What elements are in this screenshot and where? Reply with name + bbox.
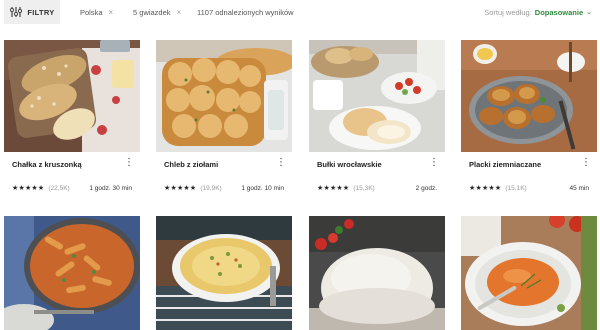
chevron-down-icon[interactable]: ⌄ [586,8,592,16]
recipe-photo[interactable] [156,216,292,330]
recipe-photo[interactable] [461,216,597,330]
recipe-photo[interactable] [309,40,445,152]
recipe-title[interactable]: Placki ziemniaczane [469,160,541,169]
filters-label: FILTRY [27,7,55,17]
rating-count: (22,5K) [48,184,70,192]
more-options-icon[interactable]: ⋮ [581,158,591,168]
rating-stars: ★★★★★ [12,185,45,192]
rating-stars: ★★★★★ [164,185,197,192]
remove-chip-icon[interactable]: × [109,8,114,17]
recipe-photo[interactable] [156,40,292,152]
filter-toolbar: FILTRY Polska × 5 gwiazdek × 1107 odnale… [0,0,600,24]
rating-count: (19,9K) [200,184,222,192]
sort-label: Sortuj według: [484,7,532,17]
sliders-icon [10,7,23,17]
more-options-icon[interactable]: ⋮ [124,158,134,168]
cook-time: 45 min [569,184,589,192]
results-count: 1107 odnalezionych wyników [197,7,294,17]
more-options-icon[interactable]: ⋮ [429,158,439,168]
recipe-title[interactable]: Chałka z kruszonką [12,160,82,169]
rating-stars: ★★★★★ [469,185,502,192]
cook-time: 2 godz. [415,184,437,192]
remove-chip-icon[interactable]: × [177,8,182,17]
recipe-title[interactable]: Chleb z ziołami [164,160,218,169]
rating-count: (15,1K) [505,184,527,192]
recipe-photo[interactable] [309,216,445,330]
recipe-meta: ★★★★★ (15,1K) 45 min [469,183,589,193]
more-options-icon[interactable]: ⋮ [276,158,286,168]
filters-button[interactable]: FILTRY [4,0,60,24]
rating-stars: ★★★★★ [317,185,350,192]
cook-time: 1 godz. 30 min [89,184,132,192]
recipe-meta: ★★★★★ (19,9K) 1 godz. 10 min [164,183,284,193]
chip-label: 5 gwiazdek [133,7,171,17]
filter-chip-5-gwiazdek: 5 gwiazdek × [133,0,181,24]
rating-count: (15,3K) [353,184,375,192]
recipe-photo[interactable] [4,40,140,152]
recipe-title[interactable]: Bułki wrocławskie [317,160,382,169]
recipe-photo[interactable] [4,216,140,330]
sort-dropdown[interactable]: Dopasowanie [535,8,583,17]
cook-time: 1 godz. 10 min [241,184,284,192]
recipe-photo[interactable] [461,40,597,152]
recipe-meta: ★★★★★ (15,3K) 2 godz. [317,183,437,193]
filter-chip-polska: Polska × [80,0,113,24]
recipe-meta: ★★★★★ (22,5K) 1 godz. 30 min [12,183,132,193]
sort-control: Sortuj według: Dopasowanie ⌄ [484,0,592,24]
chip-label: Polska [80,7,103,17]
